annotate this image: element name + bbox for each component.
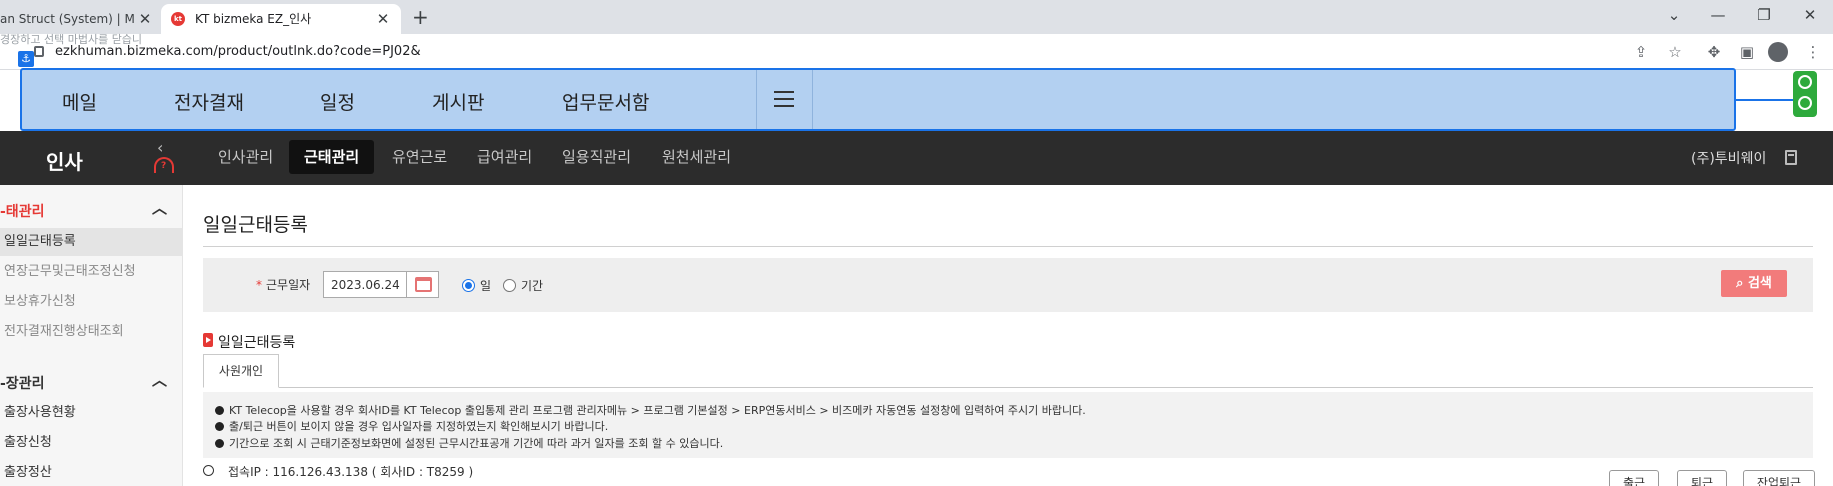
- info-bullet-icon: [215, 422, 224, 431]
- address-bar: ezkhuman.bizmeka.com/product/outlnk.do?c…: [0, 34, 1833, 70]
- notice-item: KT Telecop을 사용할 경우 회사ID를 KT Telecop 출입통제…: [215, 402, 1086, 418]
- section-title: 일일근태등록: [218, 335, 296, 351]
- divider: [203, 246, 1813, 247]
- divider: [756, 70, 757, 129]
- quick-menu-board[interactable]: 게시판: [432, 88, 484, 115]
- quick-menu-mail[interactable]: 메일: [62, 88, 97, 115]
- hamburger-menu-icon[interactable]: [774, 91, 794, 107]
- tab-strip-divider: [203, 387, 1813, 388]
- sidebar-item-approval-status[interactable]: 전자결재진행상태조회: [0, 318, 183, 346]
- collapse-chevron-icon[interactable]: ‹: [157, 138, 163, 157]
- check-out-button[interactable]: 퇴근: [1677, 470, 1727, 486]
- notice-text: 기간으로 조회 시 근태기준정보화면에 설정된 근무시간표공개 기간에 따라 과…: [229, 437, 724, 450]
- sidebar-item-comp-leave[interactable]: 보상휴가신청: [0, 288, 183, 316]
- chevron-up-icon[interactable]: ︿: [152, 369, 167, 390]
- notice-item: 출/퇴근 버튼이 보이지 않을 경우 입사일자를 지정하였는지 확인해보시기 바…: [215, 418, 608, 434]
- widget-top-icon: [1798, 75, 1812, 89]
- nav-hr-management[interactable]: 인사관리: [203, 140, 288, 174]
- overtime-checkout-button[interactable]: 잔업퇴근: [1743, 470, 1815, 486]
- calendar-icon: [415, 277, 432, 292]
- search-button-label: 검색: [1747, 276, 1772, 291]
- work-date-label-text: 근무일자: [266, 278, 311, 292]
- clock-icon: [203, 465, 214, 476]
- support-headset-icon[interactable]: [154, 157, 174, 173]
- required-marker: *: [256, 278, 262, 292]
- calendar-button[interactable]: [406, 271, 439, 298]
- sidebar-section-business-trip[interactable]: -장관리: [0, 373, 44, 393]
- close-icon[interactable]: ✕: [375, 4, 391, 34]
- kt-favicon-icon: kt: [171, 12, 185, 26]
- quick-menu-bar: 메일 전자결재 일정 게시판 업무문서함: [20, 68, 1736, 131]
- extensions-icon[interactable]: ✥: [1704, 43, 1724, 61]
- sidebar-item-overtime-request[interactable]: 연장근무및근태조정신청: [0, 258, 183, 286]
- share-icon[interactable]: ⇪: [1631, 43, 1651, 61]
- sidebar-section-attendance[interactable]: -태관리: [0, 201, 44, 221]
- more-menu-icon[interactable]: ⋮: [1803, 43, 1823, 61]
- quick-menu-approval[interactable]: 전자결재: [174, 88, 244, 115]
- calculator-icon[interactable]: [1785, 150, 1797, 165]
- nav-payroll[interactable]: 급여관리: [462, 140, 547, 174]
- restore-icon[interactable]: ❐: [1753, 4, 1775, 26]
- company-name[interactable]: (주)투비웨이: [1691, 148, 1766, 168]
- sidebar-item-trip-request[interactable]: 출장신청: [0, 429, 183, 457]
- browser-tab-inactive[interactable]: an Struct (System) | Micr ✕: [0, 4, 158, 34]
- sidebar-item-daily-attendance[interactable]: 일일근태등록: [0, 228, 183, 256]
- browser-tab-bar: an Struct (System) | Micr ✕ kt KT bizmek…: [0, 0, 1833, 34]
- nav-daily-worker[interactable]: 일용직관리: [547, 140, 646, 174]
- notice-item: 기간으로 조회 시 근태기준정보화면에 설정된 근무시간표공개 기간에 따라 과…: [215, 435, 723, 451]
- tab-search-icon[interactable]: ⌄: [1663, 4, 1685, 26]
- nav-withholding-tax[interactable]: 원천세관리: [647, 140, 746, 174]
- page-title: 일일근태등록: [203, 214, 308, 236]
- divider: [812, 70, 813, 129]
- chevron-up-icon[interactable]: ︿: [152, 197, 167, 218]
- quick-menu-schedule[interactable]: 일정: [320, 88, 355, 115]
- section-marker-icon: [203, 333, 213, 347]
- quick-menu-documents[interactable]: 업무문서함: [562, 88, 649, 115]
- work-date-input[interactable]: [323, 271, 407, 298]
- search-icon: ⌕: [1736, 276, 1744, 291]
- info-bullet-icon: [215, 406, 224, 415]
- notice-text: 출/퇴근 버튼이 보이지 않을 경우 입사일자를 지정하였는지 확인해보시기 바…: [229, 420, 609, 433]
- tab-employee-personal[interactable]: 사원개인: [203, 354, 279, 388]
- nav-attendance-management[interactable]: 근태관리: [289, 140, 375, 174]
- tab-title: an Struct (System) | Micr: [0, 12, 134, 26]
- side-panel-icon[interactable]: ▣: [1737, 43, 1757, 61]
- anchor-icon[interactable]: ⚓: [18, 51, 34, 67]
- overlay-hint: 경장하고 선택 마법사를 닫습니: [0, 33, 143, 46]
- bookmark-star-icon[interactable]: ☆: [1665, 43, 1685, 61]
- minimize-icon[interactable]: —: [1707, 4, 1729, 26]
- profile-avatar-icon[interactable]: [1768, 42, 1788, 62]
- notice-box: KT Telecop을 사용할 경우 회사ID를 KT Telecop 출입통제…: [203, 392, 1813, 458]
- widget-bottom-icon: [1798, 96, 1812, 110]
- sidebar: -태관리 ︿ 일일근태등록 연장근무및근태조정신청 보상휴가신청 전자결재진행상…: [0, 185, 183, 486]
- notice-text: KT Telecop을 사용할 경우 회사ID를 KT Telecop 출입통제…: [229, 404, 1086, 417]
- tab-title: KT bizmeka EZ_인사: [195, 12, 312, 26]
- check-in-button[interactable]: 출근: [1609, 470, 1659, 486]
- close-icon[interactable]: ✕: [137, 4, 153, 34]
- work-date-label: * 근무일자: [256, 276, 310, 293]
- search-panel: * 근무일자 일 기간 ⌕ 검색: [203, 258, 1813, 312]
- lock-icon[interactable]: [34, 46, 44, 57]
- new-tab-button[interactable]: +: [412, 4, 429, 30]
- connection-info: 접속IP : 116.126.43.138 ( 회사ID : T8259 ): [228, 465, 474, 479]
- connector-line: [1736, 99, 1794, 101]
- sidebar-item-trip-usage[interactable]: 출장사용현황: [0, 399, 183, 427]
- radio-day[interactable]: [462, 279, 475, 292]
- app-header: 인사 ‹ 인사관리 근태관리 유연근로 급여관리 일용직관리 원천세관리 (주)…: [0, 131, 1833, 185]
- sidebar-item-trip-settlement[interactable]: 출장정산: [0, 459, 183, 486]
- radio-day-label[interactable]: 일: [480, 277, 491, 294]
- window-close-icon[interactable]: ✕: [1799, 4, 1821, 26]
- side-widget-button[interactable]: [1793, 71, 1817, 117]
- radio-period-label[interactable]: 기간: [521, 277, 543, 294]
- nav-flexible-work[interactable]: 유연근로: [377, 140, 462, 174]
- app-title: 인사: [46, 150, 83, 174]
- radio-period[interactable]: [503, 279, 516, 292]
- search-button[interactable]: ⌕ 검색: [1721, 270, 1787, 297]
- browser-tab-active[interactable]: kt KT bizmeka EZ_인사 ✕: [161, 4, 401, 34]
- info-bullet-icon: [215, 439, 224, 448]
